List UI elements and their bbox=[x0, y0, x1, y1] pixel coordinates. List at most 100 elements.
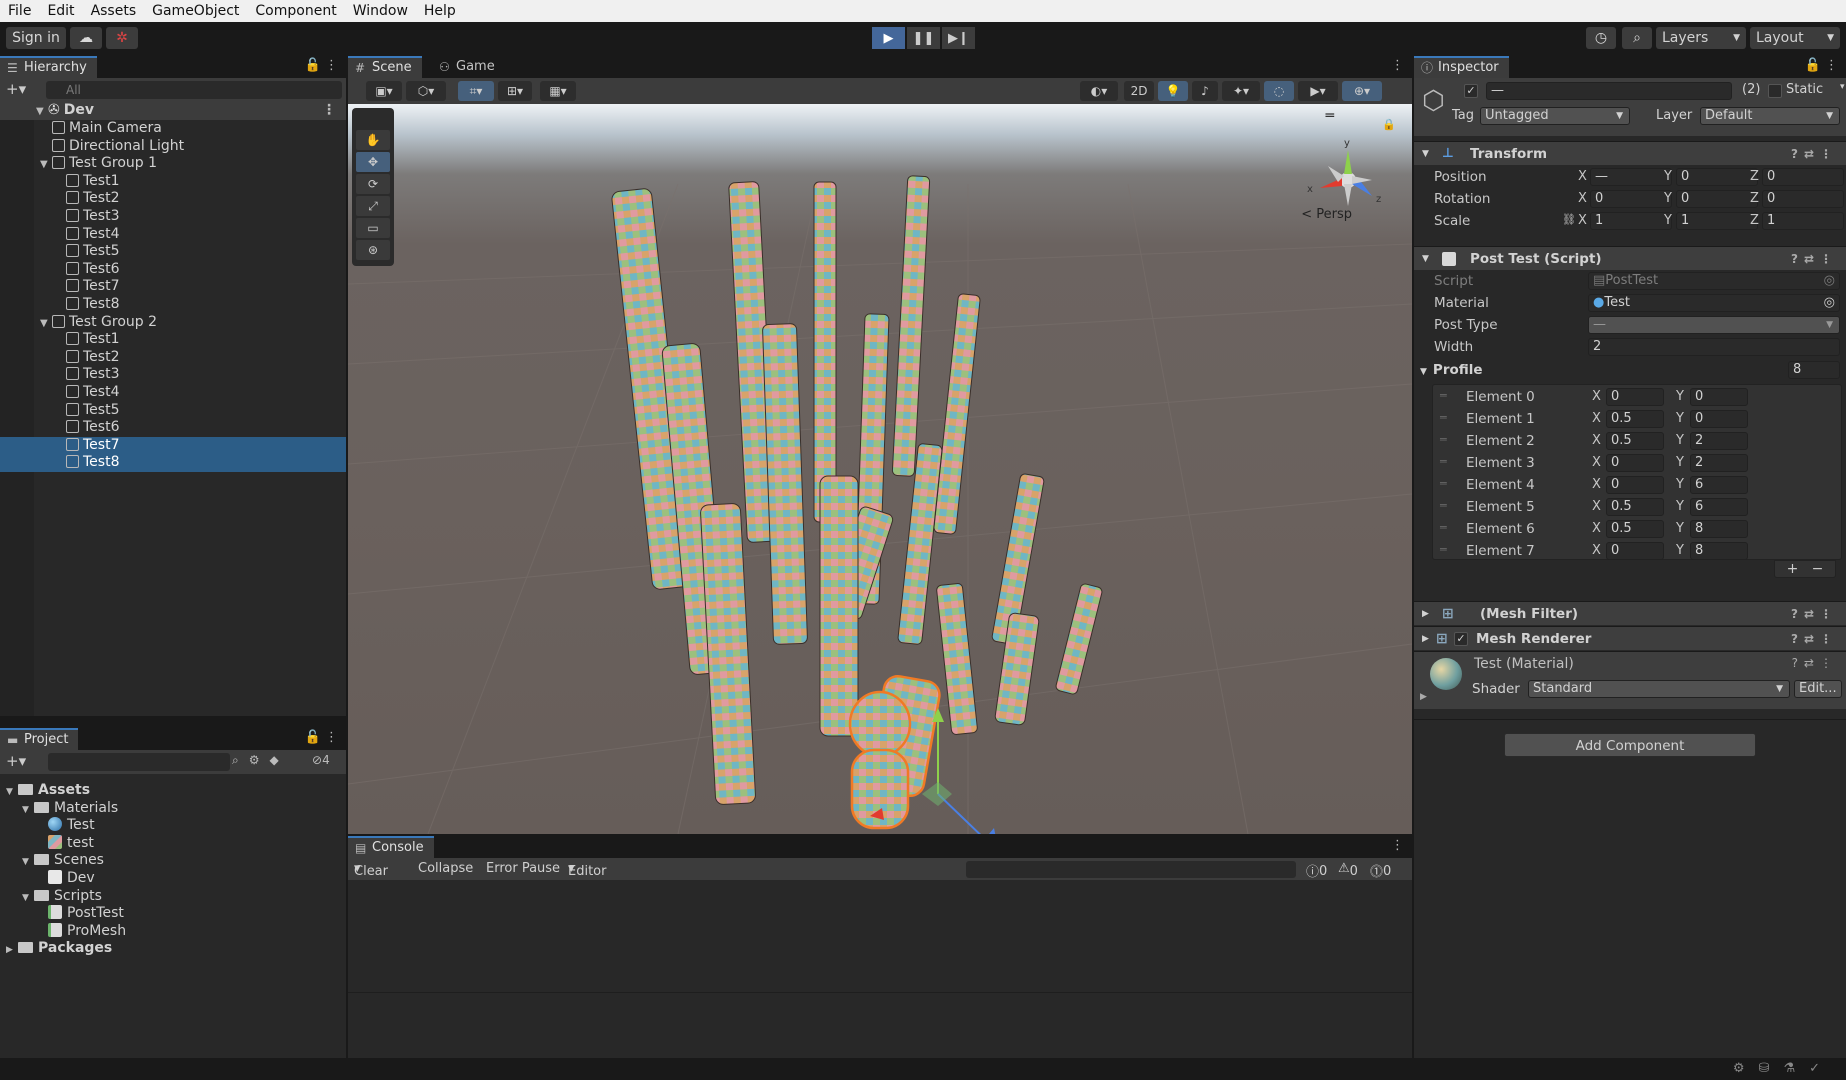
fold-arrow-icon[interactable]: ▼ bbox=[40, 315, 52, 333]
drag-handle-icon[interactable]: ═ bbox=[1440, 411, 1447, 424]
rotate-tool-icon[interactable]: ⟳ bbox=[356, 174, 390, 194]
hierarchy-item[interactable]: Test1 bbox=[0, 173, 346, 191]
menu-component[interactable]: Component bbox=[247, 0, 344, 22]
tab-hierarchy[interactable]: ☰ Hierarchy bbox=[0, 56, 97, 78]
hierarchy-item[interactable]: Test5 bbox=[0, 402, 346, 420]
hierarchy-item[interactable]: Test7 bbox=[0, 278, 346, 296]
transform-z-field[interactable]: 0 bbox=[1762, 168, 1844, 186]
transform-x-field[interactable]: 1 bbox=[1590, 212, 1672, 230]
component-menu-icon[interactable]: ?⇄⋮ bbox=[1791, 142, 1838, 166]
add-component-button[interactable]: Add Component bbox=[1504, 733, 1756, 757]
mode-2d-button[interactable]: 2D bbox=[1124, 81, 1154, 101]
hierarchy-search-input[interactable]: All bbox=[46, 81, 342, 99]
layers-dropdown[interactable]: Layers ▼ bbox=[1656, 27, 1746, 49]
menu-window[interactable]: Window bbox=[345, 0, 416, 22]
material-field[interactable]: ●Test ◎ bbox=[1588, 294, 1840, 312]
panel-menu-icon[interactable]: ⋮ bbox=[1391, 58, 1404, 73]
play-icon[interactable]: ▶ bbox=[872, 27, 905, 49]
hierarchy-item[interactable]: Test3 bbox=[0, 208, 346, 226]
render-mode-icon[interactable]: ⬡▾ bbox=[406, 81, 446, 101]
camera-settings-icon[interactable]: ▶▾ bbox=[1298, 81, 1338, 101]
transform-y-field[interactable]: 0 bbox=[1676, 168, 1758, 186]
project-item[interactable]: PostTest bbox=[48, 905, 124, 923]
mesh-renderer-enabled-checkbox[interactable]: ✓ bbox=[1454, 632, 1468, 646]
post-type-dropdown[interactable]: — ▼ bbox=[1588, 316, 1840, 334]
menu-edit[interactable]: Edit bbox=[39, 0, 82, 22]
drag-handle-icon[interactable]: ═ bbox=[1440, 499, 1447, 512]
project-item[interactable]: test bbox=[48, 834, 94, 853]
hierarchy-group[interactable]: ▼ Test Group 1 bbox=[0, 155, 346, 173]
layer-dropdown[interactable]: Default ▼ bbox=[1700, 107, 1840, 125]
drag-handle-icon[interactable]: ═ bbox=[1440, 521, 1447, 534]
name-field[interactable]: — bbox=[1486, 82, 1732, 100]
project-item[interactable]: Test bbox=[48, 817, 95, 835]
fold-arrow-icon[interactable]: ▶ bbox=[1422, 602, 1429, 626]
log-count[interactable]: ⓘ 0 bbox=[1306, 861, 1327, 880]
grid-visibility-icon[interactable]: ▦▾ bbox=[540, 81, 576, 101]
audio-icon[interactable]: ♪ bbox=[1192, 81, 1218, 101]
overlay-menu-icon[interactable]: ═ bbox=[1326, 108, 1334, 124]
menu-gameobject[interactable]: GameObject bbox=[144, 0, 247, 22]
tab-project[interactable]: ▬ Project bbox=[0, 728, 79, 750]
snap-increment-icon[interactable]: ⊞▾ bbox=[498, 81, 532, 101]
fold-arrow-icon[interactable]: ▶ bbox=[1420, 692, 1427, 702]
move-tool-icon[interactable]: ✥ bbox=[356, 152, 390, 172]
fold-arrow-icon[interactable]: ▼ bbox=[40, 156, 52, 174]
lock-icon[interactable]: 🔒 bbox=[1382, 118, 1396, 131]
collapse-button[interactable]: Collapse bbox=[418, 861, 473, 876]
project-item[interactable]: ▼ Scenes bbox=[22, 852, 104, 870]
profile-y-field[interactable]: 0 bbox=[1690, 410, 1748, 428]
active-checkbox[interactable]: ✓ bbox=[1464, 84, 1478, 98]
transform-y-field[interactable]: 1 bbox=[1676, 212, 1758, 230]
scale-tool-icon[interactable]: ⤢ bbox=[356, 196, 390, 216]
hierarchy-item[interactable]: Test1 bbox=[0, 331, 346, 349]
step-icon[interactable]: ▶❙ bbox=[942, 27, 975, 49]
drag-handle-icon[interactable]: ═ bbox=[1440, 433, 1447, 446]
transform-tool-icon[interactable]: ⊛ bbox=[356, 240, 390, 260]
rect-tool-icon[interactable]: ▭ bbox=[356, 218, 390, 238]
shader-dropdown[interactable]: Standard ▼ bbox=[1528, 680, 1790, 698]
hierarchy-item[interactable]: Test3 bbox=[0, 366, 346, 384]
static-dropdown-icon[interactable]: ▾ bbox=[1840, 82, 1845, 92]
hand-tool-icon[interactable]: ✋ bbox=[356, 130, 390, 150]
tab-inspector[interactable]: ⓘ Inspector bbox=[1414, 56, 1509, 78]
sign-in-button[interactable]: Sign in bbox=[6, 27, 66, 49]
hidden-packages-count[interactable]: ⊘4 bbox=[312, 753, 330, 767]
profile-x-field[interactable]: 0.5 bbox=[1606, 432, 1664, 450]
status-icons[interactable]: ⚙⛁⚗✓ bbox=[1733, 1061, 1834, 1076]
transform-z-field[interactable]: 0 bbox=[1762, 190, 1844, 208]
clear-button[interactable]: Clear ▾ bbox=[354, 861, 388, 879]
mesh-filter-header[interactable]: ▶ ⊞ (Mesh Filter) ?⇄⋮ bbox=[1414, 601, 1846, 625]
scene-viewport[interactable]: x y z ✋ ✥ ⟳ ⤢ ▭ ⊛ ═ 🔒 < Persp bbox=[348, 104, 1412, 834]
profile-y-field[interactable]: 8 bbox=[1690, 542, 1748, 560]
transform-y-field[interactable]: 0 bbox=[1676, 190, 1758, 208]
hierarchy-item[interactable]: Test4 bbox=[0, 384, 346, 402]
fold-arrow-icon[interactable]: ▼ bbox=[1422, 142, 1429, 166]
transform-x-field[interactable]: — bbox=[1590, 168, 1672, 186]
tag-dropdown[interactable]: Untagged ▼ bbox=[1480, 107, 1630, 125]
profile-x-field[interactable]: 0.5 bbox=[1606, 520, 1664, 538]
hierarchy-item[interactable]: Test8 bbox=[0, 454, 346, 472]
profile-y-field[interactable]: 2 bbox=[1690, 454, 1748, 472]
component-menu-icon[interactable]: ?⇄⋮ bbox=[1791, 627, 1838, 651]
effects-icon[interactable]: ✦▾ bbox=[1222, 81, 1260, 101]
material-menu-icon[interactable]: ?⇄⋮ bbox=[1792, 656, 1838, 670]
hierarchy-group[interactable]: ▼ Test Group 2 bbox=[0, 314, 346, 332]
fold-arrow-icon[interactable]: ▶ bbox=[6, 942, 18, 960]
component-menu-icon[interactable]: ?⇄⋮ bbox=[1791, 602, 1838, 626]
grid-snap-icon[interactable]: ⌗▾ bbox=[458, 81, 494, 101]
menu-help[interactable]: Help bbox=[416, 0, 464, 22]
static-checkbox[interactable] bbox=[1768, 84, 1782, 98]
fold-arrow-icon[interactable]: ▼ bbox=[22, 802, 34, 820]
post-test-header[interactable]: ▼ Post Test (Script) ?⇄⋮ bbox=[1414, 246, 1846, 270]
profile-x-field[interactable]: 0.5 bbox=[1606, 498, 1664, 516]
cloud-icon[interactable]: ☁ bbox=[70, 27, 102, 49]
drag-handle-icon[interactable]: ═ bbox=[1440, 455, 1447, 468]
fold-arrow-icon[interactable]: ▼ bbox=[1422, 247, 1429, 271]
hierarchy-item[interactable]: Test6 bbox=[0, 419, 346, 437]
lighting-icon[interactable]: 💡 bbox=[1158, 81, 1188, 101]
profile-x-field[interactable]: 0.5 bbox=[1606, 410, 1664, 428]
panel-menu-icon[interactable]: 🔓 ⋮ bbox=[1805, 58, 1838, 73]
warning-count[interactable]: ⚠ 0 bbox=[1338, 861, 1358, 879]
panel-menu-icon[interactable]: 🔓 ⋮ bbox=[305, 58, 338, 73]
